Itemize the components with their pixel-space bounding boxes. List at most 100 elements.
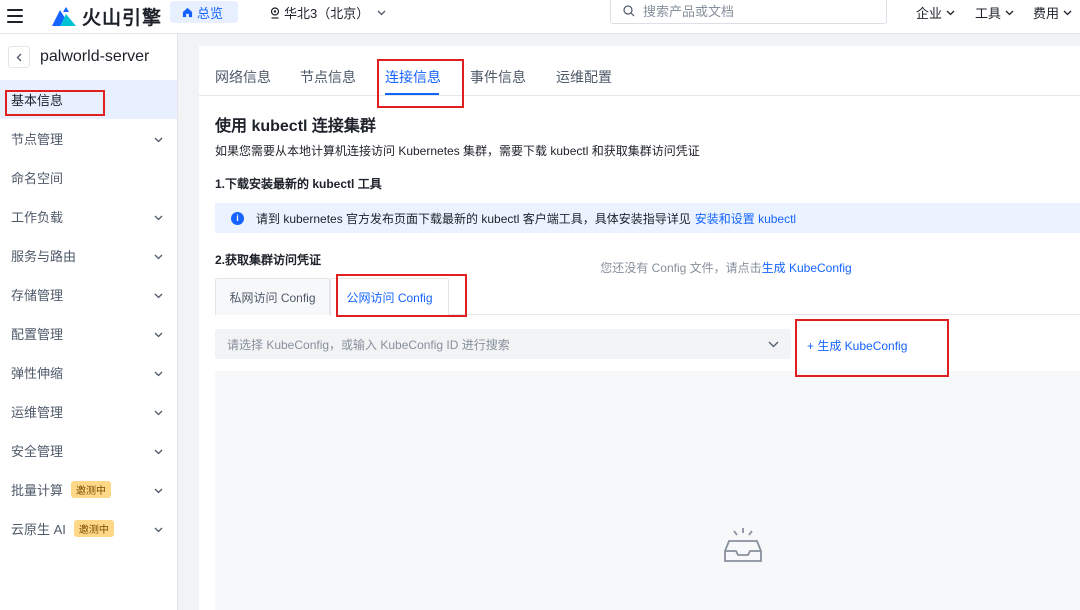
sidebar-item-label: 弹性伸缩 bbox=[11, 366, 64, 381]
sidebar-item-label-wrap: 命名空间 bbox=[11, 168, 63, 187]
chevron-down-icon bbox=[377, 10, 386, 15]
menu-icon[interactable] bbox=[7, 9, 23, 23]
home-icon bbox=[182, 7, 193, 17]
expand-chevron bbox=[154, 209, 163, 224]
kubeconfig-select-placeholder: 请选择 KubeConfig，或输入 KubeConfig ID 进行搜索 bbox=[227, 337, 510, 352]
chevron-left-icon bbox=[16, 53, 22, 61]
location-pin-icon bbox=[270, 6, 280, 19]
sidebar-item-label-wrap: 弹性伸缩 bbox=[11, 363, 63, 382]
install-kubectl-link[interactable]: 安装和设置 kubectl bbox=[695, 210, 796, 227]
sidebar-item-4[interactable]: 服务与路由 bbox=[0, 236, 177, 275]
expand-chevron bbox=[154, 248, 163, 263]
brand-logo[interactable]: 火山引擎 bbox=[52, 4, 163, 29]
back-button[interactable] bbox=[8, 46, 30, 68]
expand-chevron bbox=[154, 365, 163, 380]
expand-chevron bbox=[154, 482, 163, 497]
region-selector[interactable]: 华北3（北京） bbox=[270, 3, 390, 22]
chevron-down-icon bbox=[154, 137, 163, 143]
sidebar-item-3[interactable]: 工作负载 bbox=[0, 197, 177, 236]
chevron-down-icon bbox=[1063, 10, 1072, 15]
sidebar-item-label: 节点管理 bbox=[11, 132, 64, 147]
empty-generate-kubeconfig-link[interactable]: 生成 KubeConfig bbox=[762, 261, 852, 275]
empty-state-message: 您还没有 Config 文件，请点击 bbox=[600, 261, 762, 275]
sidebar-item-label: 运维管理 bbox=[11, 405, 64, 420]
tab-ops-config[interactable]: 运维配置 bbox=[556, 67, 612, 87]
empty-state-text: 您还没有 Config 文件，请点击生成 KubeConfig bbox=[199, 259, 1080, 276]
step-1-title: 1.下载安装最新的 kubectl 工具 bbox=[215, 177, 382, 191]
tab-private-config[interactable]: 私网访问 Config bbox=[215, 278, 330, 315]
tab-network-info[interactable]: 网络信息 bbox=[215, 67, 271, 87]
sidebar-item-label-wrap: 批量计算 邀测中 bbox=[11, 480, 112, 499]
tab-node-info[interactable]: 节点信息 bbox=[300, 67, 356, 87]
overview-label: 总览 bbox=[197, 5, 224, 21]
chevron-down-icon bbox=[154, 410, 163, 416]
sidebar-item-6[interactable]: 配置管理 bbox=[0, 314, 177, 353]
chevron-down-icon bbox=[1005, 10, 1014, 15]
sidebar-item-label-wrap: 配置管理 bbox=[11, 324, 63, 343]
cluster-header: palworld-server bbox=[0, 34, 177, 80]
tab-event-info[interactable]: 事件信息 bbox=[470, 67, 526, 87]
overview-button[interactable]: 总览 bbox=[170, 1, 238, 23]
sidebar-item-2[interactable]: 命名空间 bbox=[0, 158, 177, 197]
sidebar-item-9[interactable]: 安全管理 bbox=[0, 431, 177, 470]
sidebar-item-8[interactable]: 运维管理 bbox=[0, 392, 177, 431]
sidebar-item-label-wrap: 节点管理 bbox=[11, 129, 63, 148]
info-icon: i bbox=[231, 211, 244, 225]
expand-chevron bbox=[154, 404, 163, 419]
info-text: 请到 kubernetes 官方发布页面下载最新的 kubectl 客户端工具，… bbox=[256, 211, 691, 226]
sidebar-item-1[interactable]: 节点管理 bbox=[0, 119, 177, 158]
search-input[interactable] bbox=[643, 3, 863, 19]
top-bar: 火山引擎 总览 华北3（北京） 企业 工具 费用 bbox=[0, 0, 1080, 34]
beta-badge: 邀测中 bbox=[71, 481, 112, 498]
expand-chevron bbox=[154, 326, 163, 341]
sidebar-item-label: 配置管理 bbox=[11, 327, 64, 342]
sidebar-item-5[interactable]: 存储管理 bbox=[0, 275, 177, 314]
chevron-down-icon bbox=[154, 449, 163, 455]
volcano-logo-icon bbox=[52, 7, 76, 26]
sidebar-item-label-wrap: 云原生 AI 邀测中 bbox=[11, 519, 114, 538]
section-title: 使用 kubectl 连接集群 bbox=[215, 118, 376, 135]
menu-billing[interactable]: 费用 bbox=[1033, 3, 1072, 22]
region-label: 华北3（北京） bbox=[284, 6, 370, 21]
sidebar-item-10[interactable]: 批量计算 邀测中 bbox=[0, 470, 177, 509]
sidebar-item-label: 云原生 AI bbox=[11, 522, 66, 537]
beta-badge: 邀测中 bbox=[73, 520, 114, 537]
menu-tools-label: 工具 bbox=[975, 6, 1002, 21]
empty-state bbox=[215, 371, 1080, 610]
annotation-box-generate-kubeconfig bbox=[795, 319, 949, 377]
menu-billing-label: 费用 bbox=[1033, 6, 1060, 21]
sidebar-item-label: 安全管理 bbox=[11, 444, 64, 459]
expand-chevron bbox=[154, 287, 163, 302]
menu-tools[interactable]: 工具 bbox=[975, 3, 1014, 22]
sidebar-item-label: 命名空间 bbox=[11, 171, 64, 186]
chevron-down-icon bbox=[154, 527, 163, 533]
search-icon bbox=[623, 5, 635, 17]
kubeconfig-select[interactable]: 请选择 KubeConfig，或输入 KubeConfig ID 进行搜索 bbox=[215, 329, 791, 359]
sidebar-item-label: 批量计算 bbox=[11, 483, 64, 498]
search-box[interactable] bbox=[610, 0, 887, 24]
chevron-down-icon bbox=[154, 254, 163, 260]
expand-chevron bbox=[154, 521, 163, 536]
sidebar-item-7[interactable]: 弹性伸缩 bbox=[0, 353, 177, 392]
chevron-down-icon bbox=[768, 341, 779, 347]
brand-name: 火山引擎 bbox=[82, 7, 163, 29]
sidebar-item-11[interactable]: 云原生 AI 邀测中 bbox=[0, 509, 177, 548]
sidebar-item-label: 存储管理 bbox=[11, 288, 64, 303]
menu-enterprise-label: 企业 bbox=[916, 6, 943, 21]
menu-enterprise[interactable]: 企业 bbox=[916, 3, 955, 22]
section-description: 如果您需要从本地计算机连接访问 Kubernetes 集群，需要下载 kubec… bbox=[215, 144, 700, 158]
info-banner: i 请到 kubernetes 官方发布页面下载最新的 kubectl 客户端工… bbox=[215, 203, 1080, 233]
tab-bar: 网络信息 节点信息 连接信息 事件信息 运维配置 bbox=[199, 46, 1080, 96]
cluster-name: palworld-server bbox=[40, 48, 150, 65]
sidebar-item-label-wrap: 运维管理 bbox=[11, 402, 63, 421]
annotation-box-public-config-tab bbox=[336, 274, 467, 317]
sidebar: palworld-server 基本信息 节点管理 命名空间 工作负载 服务与路由 存储管… bbox=[0, 34, 178, 610]
chevron-down-icon bbox=[154, 488, 163, 494]
sidebar-item-label-wrap: 服务与路由 bbox=[11, 246, 76, 265]
chevron-down-icon bbox=[154, 332, 163, 338]
sidebar-item-label-wrap: 存储管理 bbox=[11, 285, 63, 304]
annotation-box-basic-info bbox=[5, 90, 105, 116]
chevron-down-icon bbox=[154, 293, 163, 299]
expand-chevron bbox=[154, 131, 163, 146]
expand-chevron bbox=[154, 443, 163, 458]
